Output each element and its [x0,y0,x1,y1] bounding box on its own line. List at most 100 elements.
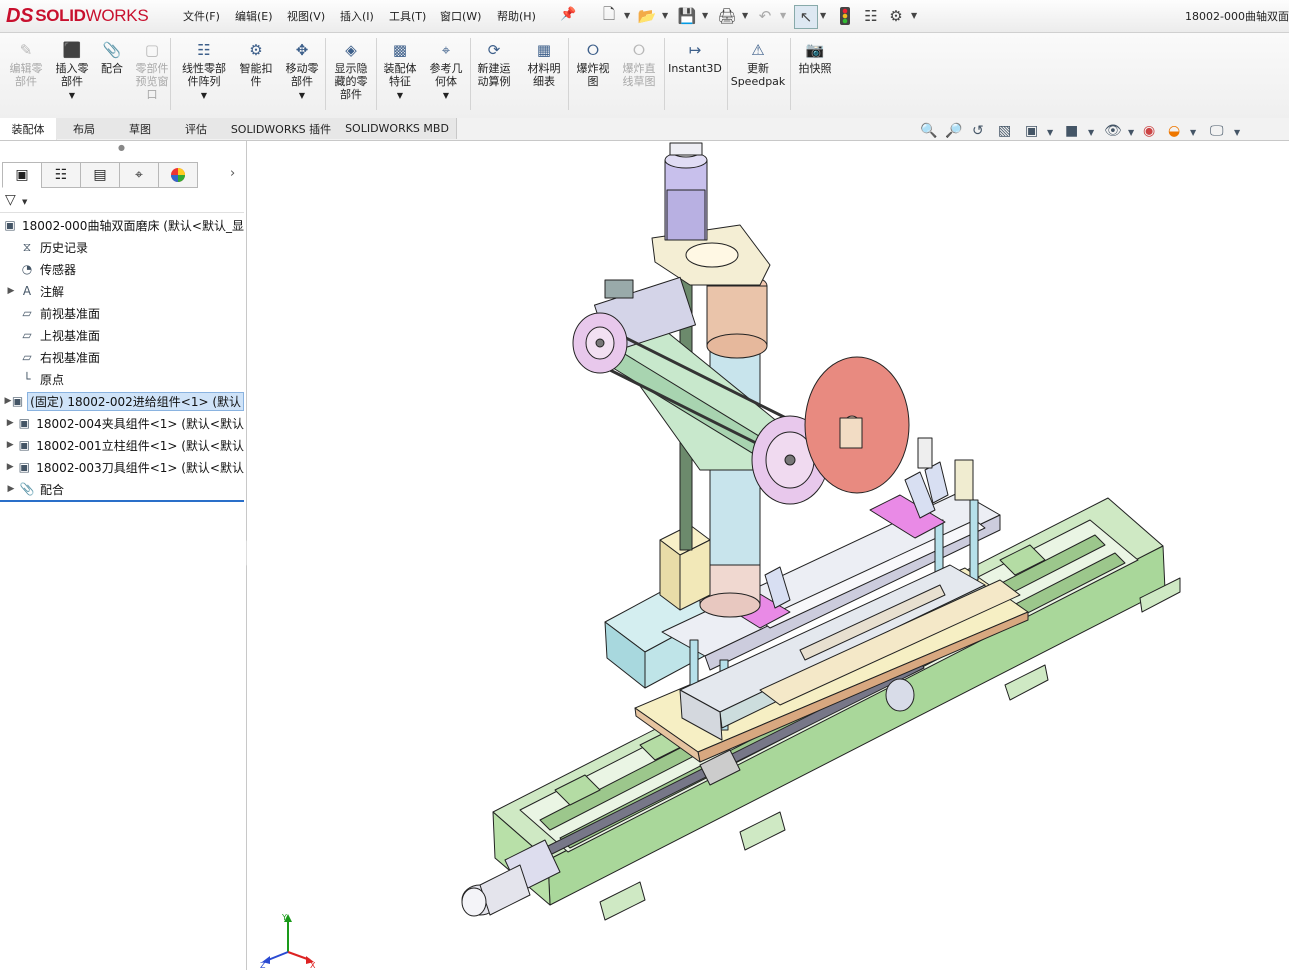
zoom-to-area-icon[interactable]: 🔎 [945,123,962,139]
tab-layout[interactable]: 布局 [56,118,113,139]
previous-view-icon[interactable]: ↺ [972,123,984,139]
tree-item[interactable]: ◔ 传感器 [0,258,244,280]
tree-item[interactable]: ▱ 上视基准面 [0,324,244,346]
select-cursor-icon[interactable]: ↖ [794,5,818,29]
orientation-dropdown-arrow[interactable]: ▼ [1047,128,1053,137]
command-speedpak-button[interactable]: ⚠ 更新 Speedpak [731,40,786,88]
tab-evaluate[interactable]: 评估 [168,118,225,139]
tab-solidworks-addins[interactable]: SOLIDWORKS 插件 [224,118,339,139]
tree-item[interactable]: ⧖ 历史记录 [0,236,244,258]
tab-solidworks-mbd[interactable]: SOLIDWORKS MBD [338,118,457,139]
dimxpert-tab-icon[interactable]: ⌖ [119,162,159,188]
display-style-dropdown-arrow[interactable]: ▼ [1088,128,1094,137]
open-folder-icon[interactable]: 📂 [636,5,658,27]
subassembly-icon: ▣ [18,416,30,430]
options-gear-icon[interactable]: ⚙ [885,5,907,27]
menu-window[interactable]: 窗口(W) [440,8,481,24]
command-label: 细表 [533,75,555,88]
undo-icon[interactable]: ↶ [754,5,776,27]
chevron-right-icon[interactable]: › [230,166,235,181]
filter-funnel-icon[interactable]: ▽ [5,192,16,208]
view-settings-monitor-icon[interactable]: 🖵 [1210,123,1224,139]
pin-menu-icon[interactable]: 📌 [560,7,576,22]
command-smart-fasteners-button[interactable]: ⚙ 智能扣件 [230,40,282,88]
print-icon[interactable]: 🖨 [716,5,738,27]
hide-show-dropdown-arrow[interactable]: ▼ [1128,128,1134,137]
expand-arrow-icon[interactable]: ▶ [4,462,16,472]
command-assembly-features-button[interactable]: ▩ 装配体 特征 ▼ [374,40,426,102]
command-instant3d-button[interactable]: ↦ Instant3D [668,40,722,75]
snapshot-icon: 📷 [805,40,825,59]
command-linear-pattern-button[interactable]: ☷ 线性零部 件阵列 ▼ [178,40,230,102]
rebuild-traffic-light-icon[interactable] [834,5,856,27]
tree-item[interactable]: ▶ ▣ 18002-003刀具组件<1> (默认<默认 [0,456,244,478]
command-show-hidden-button[interactable]: ◈ 显示隐 藏的零 部件 [325,40,377,101]
command-edit-component-button[interactable]: ✎ 编辑零 部件 [0,40,52,88]
graphics-area[interactable] [247,141,1289,970]
view-orientation-icon[interactable]: ▣ [1025,123,1038,139]
view-settings-dropdown-arrow[interactable]: ▼ [1234,128,1240,137]
command-exploded-view-button[interactable]: ⭘ 爆炸视图 [567,40,619,88]
new-dropdown-arrow[interactable]: ▼ [624,11,630,20]
menu-edit[interactable]: 编辑(E) [235,8,273,24]
command-snapshot-button[interactable]: 📷 拍快照 [789,40,841,75]
chevron-down-icon[interactable]: ▼ [299,89,305,102]
panel-collapse-dot[interactable]: ● [118,143,125,152]
command-explode-line-button[interactable]: ⭘ 爆炸直 线草图 [613,40,665,88]
expand-arrow-icon[interactable]: ▶ [4,418,16,428]
filter-dropdown-arrow[interactable]: ▼ [22,198,27,206]
configurationmanager-tab-icon[interactable]: ▤ [80,162,120,188]
chevron-down-icon[interactable]: ▼ [201,89,207,102]
new-document-icon[interactable]: 🗋 [598,5,620,27]
tree-item[interactable]: └ 原点 [0,368,244,390]
tree-root-assembly[interactable]: ▣ 18002-000曲轴双面磨床 (默认<默认_显 [0,214,244,236]
edit-appearance-icon[interactable]: ◉ [1143,123,1155,139]
plane-icon: ▱ [22,350,32,364]
chevron-down-icon[interactable]: ▼ [443,89,449,102]
file-properties-icon[interactable]: ☷ [860,5,882,27]
expand-arrow-icon[interactable]: ▶ [4,484,18,494]
command-bom-button[interactable]: ▦ 材料明 细表 [518,40,570,88]
featuremanager-tab-icon[interactable]: ▣ [2,162,42,188]
print-dropdown-arrow[interactable]: ▼ [742,11,748,20]
command-motion-study-button[interactable]: ⟳ 新建运 动算例 [468,40,520,88]
expand-arrow-icon[interactable]: ▶ [4,396,12,406]
menu-view[interactable]: 视图(V) [287,8,325,24]
display-style-icon[interactable]: ■ [1065,123,1078,139]
menu-insert[interactable]: 插入(I) [340,8,374,24]
scene-dropdown-arrow[interactable]: ▼ [1190,128,1196,137]
expand-arrow-icon[interactable]: ▶ [4,440,16,450]
tab-assembly[interactable]: 装配体 [0,118,57,140]
tree-item[interactable]: ▶ ▣ 18002-004夹具组件<1> (默认<默认 [0,412,244,434]
menu-file[interactable]: 文件(F) [183,8,220,24]
open-dropdown-arrow[interactable]: ▼ [662,11,668,20]
tree-item[interactable]: ▶ ▣ 18002-001立柱组件<1> (默认<默认 [0,434,244,456]
section-view-icon[interactable]: ▧ [998,123,1011,139]
assembly-model-drawing[interactable] [247,141,1289,970]
menu-tools[interactable]: 工具(T) [389,8,426,24]
chevron-down-icon[interactable]: ▼ [69,89,75,102]
tree-item[interactable]: ▶ ▣ (固定) 18002-002进给组件<1> (默认 [0,390,244,412]
tree-item[interactable]: ▶ A 注解 [0,280,244,302]
displaymanager-tab-icon[interactable] [158,162,198,188]
hide-show-items-icon[interactable]: 👁 [1104,123,1122,139]
solidworks-logo[interactable]: DS SOLID WORKS [6,4,149,28]
tree-item[interactable]: ▱ 前视基准面 [0,302,244,324]
menu-help[interactable]: 帮助(H) [497,8,536,24]
options-dropdown-arrow[interactable]: ▼ [911,11,917,20]
tab-sketch[interactable]: 草图 [112,118,169,139]
expand-arrow-icon[interactable]: ▶ [4,286,18,296]
select-dropdown-arrow[interactable]: ▼ [820,11,826,20]
command-move-component-button[interactable]: ✥ 移动零 部件 ▼ [276,40,328,102]
apply-scene-icon[interactable]: ◒ [1168,123,1180,139]
zoom-to-fit-icon[interactable]: 🔍 [920,123,937,139]
save-icon[interactable]: 💾 [676,5,698,27]
command-reference-geometry-button[interactable]: ⌖ 参考几 何体 ▼ [420,40,472,102]
save-dropdown-arrow[interactable]: ▼ [702,11,708,20]
chevron-down-icon[interactable]: ▼ [397,89,403,102]
tree-item[interactable]: ▱ 右视基准面 [0,346,244,368]
propertymanager-tab-icon[interactable]: ☷ [41,162,81,188]
assembly-icon: ▣ [4,218,16,232]
undo-dropdown-arrow[interactable]: ▼ [780,11,786,20]
tree-item[interactable]: ▶ 📎 配合 [0,478,244,500]
